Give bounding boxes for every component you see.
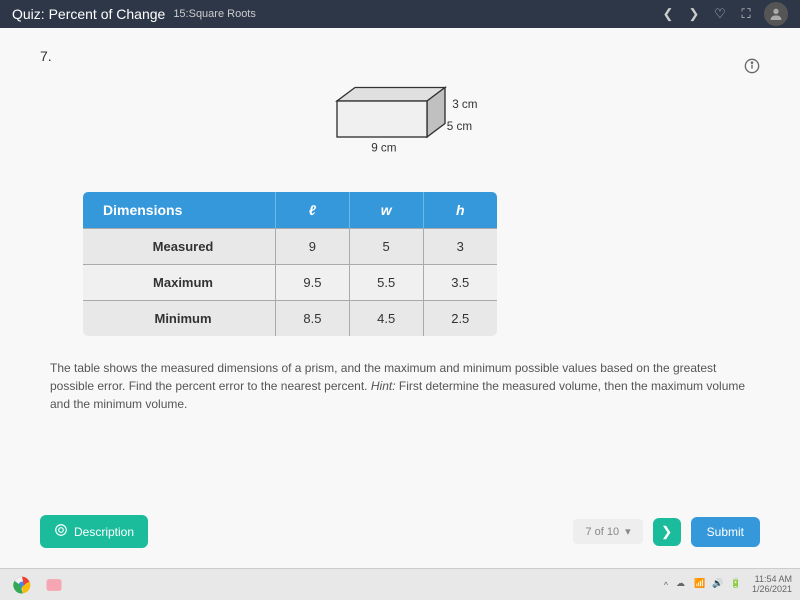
question-number: 7. <box>40 48 760 64</box>
cell-value: 9.5 <box>276 265 350 301</box>
dimensions-table-container: Dimensions ℓ w h Measured 9 5 3 Maximum … <box>80 189 500 339</box>
wifi-icon[interactable]: 📶 <box>694 578 708 592</box>
clock-date: 1/26/2021 <box>752 585 792 595</box>
table-row: Measured 9 5 3 <box>82 229 499 265</box>
chevron-left-icon[interactable]: ❮ <box>660 6 676 22</box>
footer-right: 7 of 10 ▾ ❯ Submit <box>573 517 760 547</box>
system-clock[interactable]: 11:54 AM 1/26/2021 <box>752 575 792 595</box>
description-button[interactable]: Description <box>40 515 148 548</box>
chevron-down-icon: ▾ <box>625 525 631 538</box>
hint-label: Hint: <box>371 379 396 393</box>
volume-icon[interactable]: 🔊 <box>712 578 726 592</box>
taskbar-right: ^ ☁ 📶 🔊 🔋 11:54 AM 1/26/2021 <box>664 575 792 595</box>
row-label: Measured <box>82 229 276 265</box>
description-label: Description <box>74 525 134 539</box>
header-left: Quiz: Percent of Change 15:Square Roots <box>12 6 256 22</box>
quiz-title: Quiz: Percent of Change <box>12 6 165 22</box>
chrome-icon[interactable] <box>8 573 36 597</box>
table-row: Maximum 9.5 5.5 3.5 <box>82 265 499 301</box>
table-row: Minimum 8.5 4.5 2.5 <box>82 301 499 338</box>
pager[interactable]: 7 of 10 ▾ <box>573 519 642 544</box>
question-footer: Description 7 of 10 ▾ ❯ Submit <box>40 515 760 548</box>
windows-taskbar: ^ ☁ 📶 🔊 🔋 11:54 AM 1/26/2021 <box>0 568 800 600</box>
chevron-right-icon[interactable]: ❯ <box>686 6 702 22</box>
app-header: Quiz: Percent of Change 15:Square Roots … <box>0 0 800 28</box>
dimensions-table: Dimensions ℓ w h Measured 9 5 3 Maximum … <box>80 189 500 339</box>
tray-chevron-icon[interactable]: ^ <box>664 580 668 590</box>
cell-value: 5.5 <box>349 265 423 301</box>
cell-value: 3 <box>423 229 498 265</box>
header-right: ❮ ❯ ♡ ⛶ <box>660 2 788 26</box>
person-icon <box>768 6 784 22</box>
row-label: Minimum <box>82 301 276 338</box>
cell-value: 8.5 <box>276 301 350 338</box>
pager-text: 7 of 10 <box>585 526 619 538</box>
cell-value: 9 <box>276 229 350 265</box>
cell-value: 5 <box>349 229 423 265</box>
table-header-row: Dimensions ℓ w h <box>82 191 499 229</box>
header-width: w <box>349 191 423 229</box>
header-height: h <box>423 191 498 229</box>
quiz-subtitle: 15:Square Roots <box>173 8 256 20</box>
target-icon <box>54 523 68 540</box>
question-content: 7. 3 cm 5 cm 9 cm Dimensions ℓ w h <box>0 28 800 568</box>
row-label: Maximum <box>82 265 276 301</box>
header-length: ℓ <box>276 191 350 229</box>
cell-value: 2.5 <box>423 301 498 338</box>
prism-height-label: 3 cm <box>452 98 477 111</box>
battery-icon[interactable]: 🔋 <box>730 578 744 592</box>
discord-icon[interactable] <box>40 573 68 597</box>
submit-button[interactable]: Submit <box>691 517 760 547</box>
prism-svg: 3 cm 5 cm 9 cm <box>300 74 500 164</box>
cell-value: 4.5 <box>349 301 423 338</box>
question-text: The table shows the measured dimensions … <box>50 359 750 413</box>
tray-icons: ☁ 📶 🔊 🔋 <box>676 578 744 592</box>
cell-value: 3.5 <box>423 265 498 301</box>
next-button[interactable]: ❯ <box>653 518 681 546</box>
chevron-right-icon: ❯ <box>661 524 672 540</box>
user-avatar[interactable] <box>764 2 788 26</box>
onedrive-icon[interactable]: ☁ <box>676 578 690 592</box>
heart-icon[interactable]: ♡ <box>712 6 728 22</box>
taskbar-left <box>8 573 68 597</box>
header-dimensions: Dimensions <box>82 191 276 229</box>
prism-length-label: 9 cm <box>371 141 396 154</box>
prism-width-label: 5 cm <box>447 120 472 133</box>
prism-diagram: 3 cm 5 cm 9 cm <box>260 74 540 169</box>
info-icon[interactable] <box>744 58 760 74</box>
expand-icon[interactable]: ⛶ <box>738 6 754 22</box>
